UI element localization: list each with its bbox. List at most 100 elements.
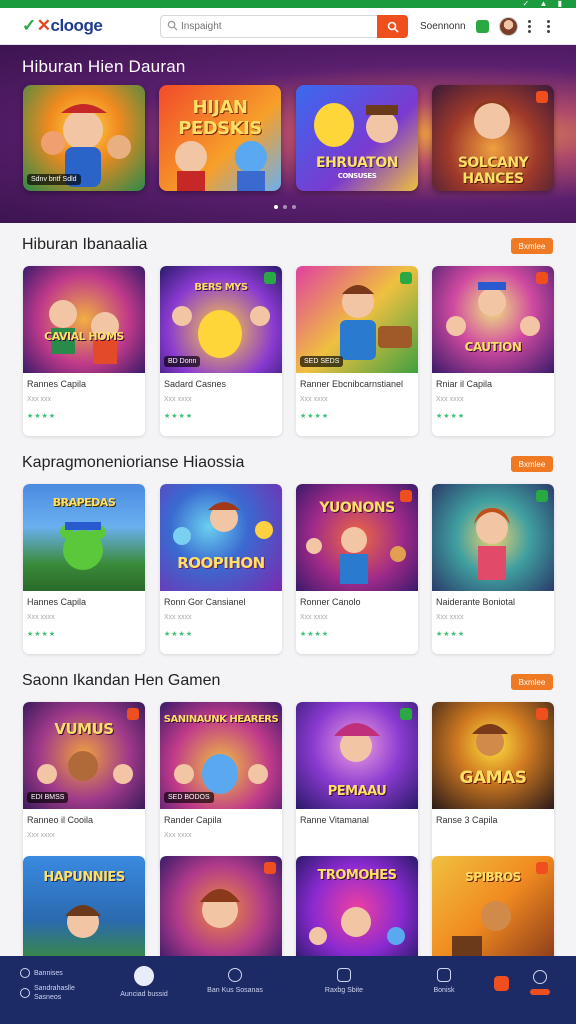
- game-subtitle: Xxx xxxx: [300, 614, 328, 621]
- rating-stars: ★★★★: [27, 413, 57, 420]
- game-art-title: CAUTION: [464, 340, 522, 354]
- rating-stars: ★★★★: [164, 631, 194, 638]
- game-art-title: BRAPEDAS: [52, 496, 116, 509]
- game-title: Ronner Canolo: [300, 597, 361, 607]
- game-art-title: ROOPIHON: [177, 554, 265, 572]
- game-title: Rander Capila: [164, 815, 222, 825]
- game-thumbnail: YUONONS: [296, 484, 418, 591]
- game-thumbnail: [160, 856, 282, 963]
- hot-badge: [536, 272, 548, 284]
- game-thumbnail: BERS MYS BD Donn: [160, 266, 282, 373]
- game-subtitle: Xxx xxxx: [164, 832, 192, 839]
- slide-title: SOLCANY HANCES: [457, 155, 529, 187]
- game-card[interactable]: SANINAUNK HEARERS SED BODOS Rander Capil…: [160, 702, 282, 872]
- game-thumbnail: [432, 484, 554, 591]
- game-art-title: BERS MYS: [194, 282, 248, 293]
- top-header: ✓✕clooge Soennonn: [0, 8, 576, 45]
- game-card[interactable]: SED SEDS Ranner Ebcnibcarnstianel Xxx xx…: [296, 266, 418, 436]
- game-title: Ranse 3 Capila: [436, 815, 498, 825]
- game-title: Naiderante Boniotal: [436, 597, 516, 607]
- nav-item-search[interactable]: Ban Kus Sosanas: [200, 968, 270, 994]
- view-all-button[interactable]: Bxmlee: [511, 456, 553, 472]
- game-title: Sadard Casnes: [164, 379, 227, 389]
- game-art-title: GAMAS: [459, 768, 527, 788]
- game-tag: BD Donn: [164, 356, 201, 367]
- hero-banner: Hiburan Hien Dauran Sdnv bntf Sdld HIJAN…: [0, 45, 576, 223]
- banner-slide[interactable]: SOLCANY HANCES: [432, 85, 554, 191]
- ranking-icon: [337, 968, 351, 982]
- game-card[interactable]: CAVIAL HOMS Rannes Capila Xxx xxx ★★★★: [23, 266, 145, 436]
- location-badge: [530, 989, 550, 995]
- hot-badge: [536, 708, 548, 720]
- game-card[interactable]: Naiderante Boniotal Xxx xxxx ★★★★: [432, 484, 554, 654]
- location-icon: [533, 970, 547, 984]
- game-thumbnail: SPIBROS: [432, 856, 554, 963]
- game-tag: SED BODOS: [164, 792, 214, 803]
- game-art-title: YUONONS: [319, 500, 395, 516]
- game-tag: SED SEDS: [300, 356, 344, 367]
- game-card[interactable]: PEMAAU Ranne Vitamanal: [296, 702, 418, 872]
- game-thumbnail: ROOPIHON: [160, 484, 282, 591]
- game-card[interactable]: [160, 856, 282, 966]
- game-art-title: VUMUS: [54, 720, 114, 738]
- rating-stars: ★★★★: [27, 631, 57, 638]
- game-title: Ronn Gor Cansianel: [164, 597, 246, 607]
- game-art-title: HAPUNNIES: [43, 870, 125, 885]
- game-title: Rniar il Capila: [436, 379, 493, 389]
- game-subtitle: Xxx xxx: [27, 396, 52, 403]
- game-tag: EDI BMSS: [27, 792, 69, 803]
- refresh-icon: [20, 988, 30, 998]
- game-card[interactable]: BERS MYS BD Donn Sadard Casnes Xxx xxxx …: [160, 266, 282, 436]
- nav-item-home[interactable]: Bannises Sandrahaslle Sasneos: [20, 968, 100, 1002]
- game-card[interactable]: TROMOHES: [296, 856, 418, 966]
- game-thumbnail: CAVIAL HOMS: [23, 266, 145, 373]
- search-icon: [228, 968, 242, 982]
- game-card[interactable]: GAMAS Ranse 3 Capila: [432, 702, 554, 872]
- game-subtitle: Xxx xxxx: [436, 614, 464, 621]
- nav-item-featured[interactable]: Aunciad bussid: [118, 966, 170, 998]
- nav-item-notifications[interactable]: [494, 976, 510, 991]
- game-thumbnail: PEMAAU: [296, 702, 418, 809]
- game-card[interactable]: SPIBROS: [432, 856, 554, 966]
- game-card[interactable]: BRAPEDAS Hannes Capila Xxx xxxx ★★★★: [23, 484, 145, 654]
- menu-icon[interactable]: [546, 18, 550, 35]
- rating-stars: ★★★★: [300, 631, 330, 638]
- game-card[interactable]: CAUTION Rniar il Capila Xxx xxxx ★★★★: [432, 266, 554, 436]
- game-art-title: TROMOHES: [317, 868, 397, 883]
- banner-slide[interactable]: Sdnv bntf Sdld: [23, 85, 145, 191]
- featured-icon: [134, 966, 154, 986]
- game-thumbnail: GAMAS: [432, 702, 554, 809]
- home-icon: [20, 968, 30, 978]
- nav-item-ranking[interactable]: Raxbg Sbite: [318, 968, 370, 994]
- carousel-indicator[interactable]: [274, 205, 296, 209]
- app-logo[interactable]: ✓✕clooge: [22, 16, 103, 36]
- game-card[interactable]: VUMUS EDI BMSS Ranneo il Cooila Xxx xxxx: [23, 702, 145, 872]
- nav-item-bonus[interactable]: Bonisk: [424, 968, 464, 994]
- game-thumbnail: BRAPEDAS: [23, 484, 145, 591]
- banner-slide[interactable]: EHRUATON CONSUSES: [296, 85, 418, 191]
- game-thumbnail: VUMUS EDI BMSS: [23, 702, 145, 809]
- game-card[interactable]: YUONONS Ronner Canolo Xxx xxxx ★★★★: [296, 484, 418, 654]
- slide-title: HIJAN PEDSKIS: [178, 97, 262, 139]
- game-subtitle: Xxx xxxx: [164, 396, 192, 403]
- hot-badge: [264, 862, 276, 874]
- game-subtitle: Xxx xxxx: [164, 614, 192, 621]
- game-card[interactable]: ROOPIHON Ronn Gor Cansianel Xxx xxxx ★★★…: [160, 484, 282, 654]
- rating-stars: ★★★★: [436, 413, 466, 420]
- game-thumbnail: SED SEDS: [296, 266, 418, 373]
- header-link[interactable]: Soennonn: [420, 21, 466, 32]
- view-all-button[interactable]: Bxmlee: [511, 238, 553, 254]
- notification-icon[interactable]: [476, 20, 489, 33]
- section-title: Hiburan Ibanaalia: [22, 236, 148, 253]
- avatar[interactable]: [499, 17, 518, 36]
- notification-icon: [494, 976, 509, 991]
- more-icon[interactable]: [527, 18, 531, 35]
- game-card[interactable]: HAPUNNIES: [23, 856, 145, 966]
- nav-item-location[interactable]: [528, 970, 552, 995]
- bottom-navigation: Bannises Sandrahaslle Sasneos Aunciad bu…: [0, 956, 576, 1024]
- view-all-button[interactable]: Bxmlee: [511, 674, 553, 690]
- search-button[interactable]: [377, 15, 408, 38]
- rating-stars: ★★★★: [164, 413, 194, 420]
- banner-slide[interactable]: HIJAN PEDSKIS: [159, 85, 281, 191]
- search-input[interactable]: [181, 18, 371, 35]
